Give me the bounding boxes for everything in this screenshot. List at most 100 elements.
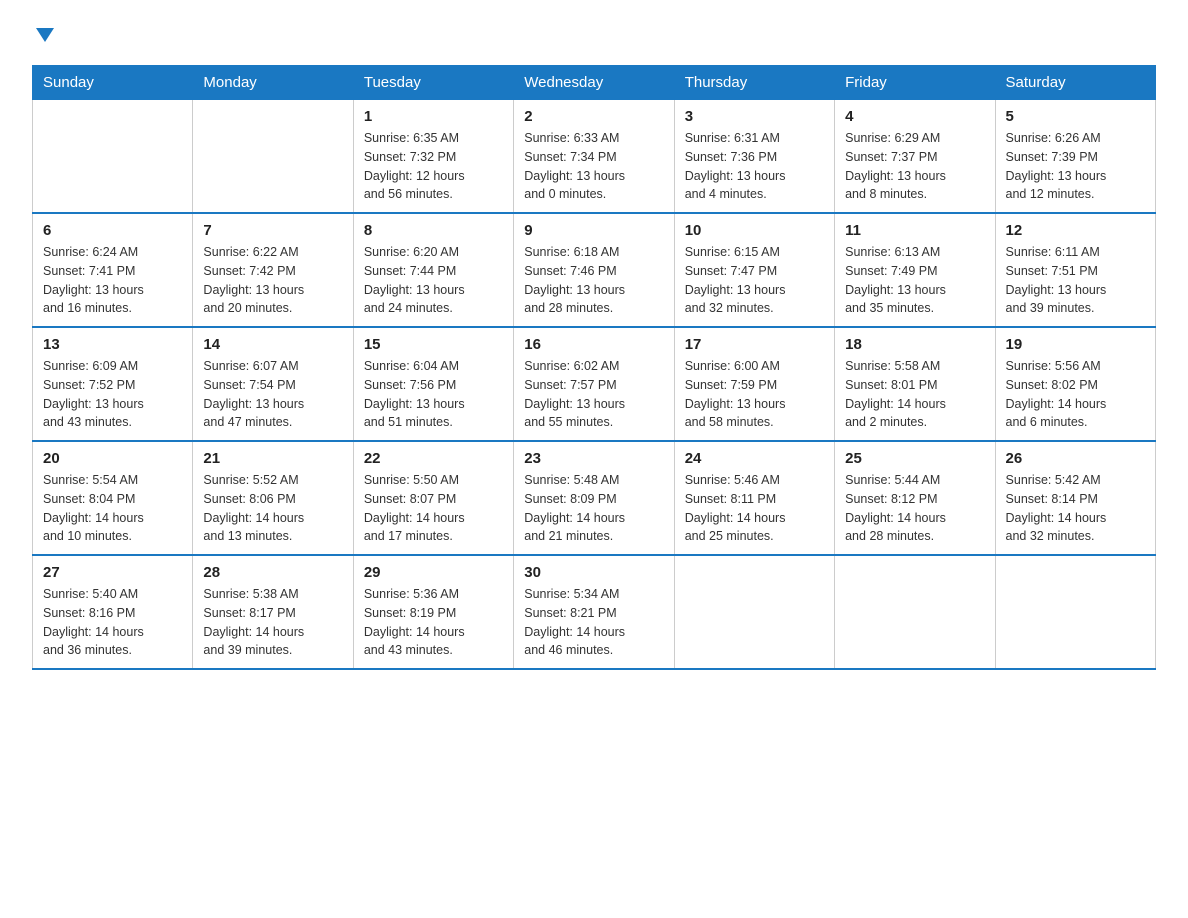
day-number: 2 bbox=[524, 108, 663, 125]
day-number: 20 bbox=[43, 450, 182, 467]
calendar-cell: 29Sunrise: 5:36 AM Sunset: 8:19 PM Dayli… bbox=[353, 555, 513, 669]
logo-arrow-icon bbox=[34, 24, 56, 46]
day-number: 6 bbox=[43, 222, 182, 239]
header-monday: Monday bbox=[193, 66, 353, 100]
calendar-cell: 18 Sunrise: 5:58 AM Sunset: 8:01 PM Dayli… bbox=[835, 327, 995, 441]
calendar-cell: 16 Sunrise: 6:02 AM Sunset: 7:57 PM Dayli… bbox=[514, 327, 674, 441]
calendar-cell: 28Sunrise: 5:38 AM Sunset: 8:17 PM Dayli… bbox=[193, 555, 353, 669]
day-number: 26 bbox=[1006, 450, 1145, 467]
day-info: Sunrise: 6:22 AM Sunset: 7:42 PM Dayligh… bbox=[203, 243, 342, 318]
calendar-cell bbox=[33, 100, 193, 214]
day-info: Sunrise: 6:11 AM Sunset: 7:51 PM Dayligh… bbox=[1006, 243, 1145, 318]
calendar-cell: 15 Sunrise: 6:04 AM Sunset: 7:56 PM Dayli… bbox=[353, 327, 513, 441]
calendar-cell: 17 Sunrise: 6:00 AM Sunset: 7:59 PM Dayli… bbox=[674, 327, 834, 441]
day-info: Sunrise: 6:24 AM Sunset: 7:41 PM Dayligh… bbox=[43, 243, 182, 318]
header-saturday: Saturday bbox=[995, 66, 1155, 100]
day-number: 5 bbox=[1006, 108, 1145, 125]
day-number: 14 bbox=[203, 336, 342, 353]
day-info: Sunrise: 6:15 AM Sunset: 7:47 PM Dayligh… bbox=[685, 243, 824, 318]
calendar-cell: 2 Sunrise: 6:33 AM Sunset: 7:34 PM Daylig… bbox=[514, 100, 674, 214]
day-info: Sunrise: 6:33 AM Sunset: 7:34 PM Dayligh… bbox=[524, 129, 663, 204]
week-row-5: 27 Sunrise: 5:40 AM Sunset: 8:16 PM Dayli… bbox=[33, 555, 1156, 669]
day-info: Sunrise: 6:04 AM Sunset: 7:56 PM Dayligh… bbox=[364, 357, 503, 432]
day-number: 7 bbox=[203, 222, 342, 239]
day-info: Sunrise: 5:58 AM Sunset: 8:01 PM Dayligh… bbox=[845, 357, 984, 432]
calendar-cell bbox=[835, 555, 995, 669]
header-wednesday: Wednesday bbox=[514, 66, 674, 100]
day-number: 27 bbox=[43, 564, 182, 581]
day-number: 12 bbox=[1006, 222, 1145, 239]
calendar-cell bbox=[995, 555, 1155, 669]
week-row-1: 1 Sunrise: 6:35 AM Sunset: 7:32 PM Daylig… bbox=[33, 100, 1156, 214]
day-number: 18 bbox=[845, 336, 984, 353]
day-info: Sunrise: 6:29 AM Sunset: 7:37 PM Dayligh… bbox=[845, 129, 984, 204]
day-number: 4 bbox=[845, 108, 984, 125]
day-info: Sunrise: 6:07 AM Sunset: 7:54 PM Dayligh… bbox=[203, 357, 342, 432]
calendar-cell: 8 Sunrise: 6:20 AM Sunset: 7:44 PM Daylig… bbox=[353, 213, 513, 327]
calendar-cell: 25 Sunrise: 5:44 AM Sunset: 8:12 PM Dayli… bbox=[835, 441, 995, 555]
day-info: Sunrise: 5:34 AM Sunset: 8:21 PM Dayligh… bbox=[524, 585, 663, 660]
day-number: 9 bbox=[524, 222, 663, 239]
day-number: 28 bbox=[203, 564, 342, 581]
day-number: 22 bbox=[364, 450, 503, 467]
day-info: Sunrise: 6:02 AM Sunset: 7:57 PM Dayligh… bbox=[524, 357, 663, 432]
day-info: Sunrise: 5:52 AM Sunset: 8:06 PM Dayligh… bbox=[203, 471, 342, 546]
calendar-cell: 14 Sunrise: 6:07 AM Sunset: 7:54 PM Dayli… bbox=[193, 327, 353, 441]
calendar-header-row: SundayMondayTuesdayWednesdayThursdayFrid… bbox=[33, 66, 1156, 100]
header-sunday: Sunday bbox=[33, 66, 193, 100]
day-number: 1 bbox=[364, 108, 503, 125]
calendar-cell: 20 Sunrise: 5:54 AM Sunset: 8:04 PM Dayli… bbox=[33, 441, 193, 555]
day-number: 21 bbox=[203, 450, 342, 467]
day-number: 3 bbox=[685, 108, 824, 125]
week-row-2: 6 Sunrise: 6:24 AM Sunset: 7:41 PM Daylig… bbox=[33, 213, 1156, 327]
calendar-cell: 12 Sunrise: 6:11 AM Sunset: 7:51 PM Dayli… bbox=[995, 213, 1155, 327]
calendar-cell: 24Sunrise: 5:46 AM Sunset: 8:11 PM Dayli… bbox=[674, 441, 834, 555]
day-number: 11 bbox=[845, 222, 984, 239]
calendar-cell bbox=[193, 100, 353, 214]
calendar-cell: 10 Sunrise: 6:15 AM Sunset: 7:47 PM Dayli… bbox=[674, 213, 834, 327]
day-info: Sunrise: 6:31 AM Sunset: 7:36 PM Dayligh… bbox=[685, 129, 824, 204]
day-info: Sunrise: 6:35 AM Sunset: 7:32 PM Dayligh… bbox=[364, 129, 503, 204]
day-info: Sunrise: 6:20 AM Sunset: 7:44 PM Dayligh… bbox=[364, 243, 503, 318]
day-info: Sunrise: 5:54 AM Sunset: 8:04 PM Dayligh… bbox=[43, 471, 182, 546]
week-row-4: 20 Sunrise: 5:54 AM Sunset: 8:04 PM Dayli… bbox=[33, 441, 1156, 555]
header-thursday: Thursday bbox=[674, 66, 834, 100]
header-friday: Friday bbox=[835, 66, 995, 100]
header-tuesday: Tuesday bbox=[353, 66, 513, 100]
calendar-cell: 27 Sunrise: 5:40 AM Sunset: 8:16 PM Dayli… bbox=[33, 555, 193, 669]
day-info: Sunrise: 5:50 AM Sunset: 8:07 PM Dayligh… bbox=[364, 471, 503, 546]
calendar-cell: 11Sunrise: 6:13 AM Sunset: 7:49 PM Dayli… bbox=[835, 213, 995, 327]
day-info: Sunrise: 6:18 AM Sunset: 7:46 PM Dayligh… bbox=[524, 243, 663, 318]
day-info: Sunrise: 5:42 AM Sunset: 8:14 PM Dayligh… bbox=[1006, 471, 1145, 546]
day-number: 23 bbox=[524, 450, 663, 467]
calendar-cell: 7 Sunrise: 6:22 AM Sunset: 7:42 PM Daylig… bbox=[193, 213, 353, 327]
week-row-3: 13 Sunrise: 6:09 AM Sunset: 7:52 PM Dayli… bbox=[33, 327, 1156, 441]
day-number: 17 bbox=[685, 336, 824, 353]
calendar-cell: 6 Sunrise: 6:24 AM Sunset: 7:41 PM Daylig… bbox=[33, 213, 193, 327]
calendar-cell: 19 Sunrise: 5:56 AM Sunset: 8:02 PM Dayli… bbox=[995, 327, 1155, 441]
calendar-cell: 30 Sunrise: 5:34 AM Sunset: 8:21 PM Dayli… bbox=[514, 555, 674, 669]
day-number: 25 bbox=[845, 450, 984, 467]
day-number: 30 bbox=[524, 564, 663, 581]
day-number: 19 bbox=[1006, 336, 1145, 353]
day-info: Sunrise: 5:40 AM Sunset: 8:16 PM Dayligh… bbox=[43, 585, 182, 660]
calendar-cell: 9 Sunrise: 6:18 AM Sunset: 7:46 PM Daylig… bbox=[514, 213, 674, 327]
calendar-cell: 21 Sunrise: 5:52 AM Sunset: 8:06 PM Dayli… bbox=[193, 441, 353, 555]
page-header bbox=[32, 24, 1156, 47]
calendar-cell: 26 Sunrise: 5:42 AM Sunset: 8:14 PM Dayli… bbox=[995, 441, 1155, 555]
calendar-cell: 22 Sunrise: 5:50 AM Sunset: 8:07 PM Dayli… bbox=[353, 441, 513, 555]
day-info: Sunrise: 5:44 AM Sunset: 8:12 PM Dayligh… bbox=[845, 471, 984, 546]
day-number: 29 bbox=[364, 564, 503, 581]
day-info: Sunrise: 5:56 AM Sunset: 8:02 PM Dayligh… bbox=[1006, 357, 1145, 432]
calendar-cell: 5Sunrise: 6:26 AM Sunset: 7:39 PM Daylig… bbox=[995, 100, 1155, 214]
day-number: 13 bbox=[43, 336, 182, 353]
day-number: 10 bbox=[685, 222, 824, 239]
day-info: Sunrise: 5:46 AM Sunset: 8:11 PM Dayligh… bbox=[685, 471, 824, 546]
day-number: 8 bbox=[364, 222, 503, 239]
day-number: 16 bbox=[524, 336, 663, 353]
logo bbox=[32, 24, 56, 47]
day-info: Sunrise: 6:09 AM Sunset: 7:52 PM Dayligh… bbox=[43, 357, 182, 432]
day-number: 15 bbox=[364, 336, 503, 353]
day-info: Sunrise: 6:00 AM Sunset: 7:59 PM Dayligh… bbox=[685, 357, 824, 432]
day-info: Sunrise: 5:48 AM Sunset: 8:09 PM Dayligh… bbox=[524, 471, 663, 546]
